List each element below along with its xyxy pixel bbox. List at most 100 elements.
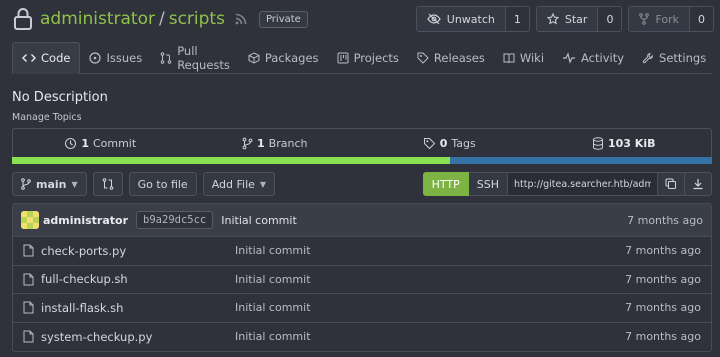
tab-code[interactable]: Code: [12, 42, 81, 74]
repo-title: administrator / scripts: [12, 7, 247, 31]
forks-count[interactable]: 0: [689, 7, 713, 31]
tab-code-label: Code: [41, 51, 71, 65]
file-name-link[interactable]: full-checkup.sh: [23, 272, 235, 286]
language-bar: [12, 157, 712, 164]
pulse-icon: [562, 51, 576, 64]
fork-button-group: Fork 0: [628, 6, 714, 32]
database-icon: [592, 136, 604, 150]
repo-toolbar: main ▼ Go to file Add File ▼ HTTP SSH: [12, 172, 712, 196]
tab-settings[interactable]: Settings: [633, 42, 715, 73]
header-actions: Unwatch 1 Star 0 Fork 0: [415, 6, 714, 32]
download-button[interactable]: [685, 172, 712, 196]
commits-stat[interactable]: 1 Commit: [13, 129, 188, 157]
table-row: install-flask.sh Initial commit 7 months…: [13, 294, 711, 323]
tag-icon: [423, 137, 436, 150]
star-button-group: Star 0: [535, 6, 623, 32]
file-commit-message-link[interactable]: Initial commit: [235, 273, 311, 286]
commit-message-link[interactable]: Initial commit: [221, 214, 297, 227]
tab-packages[interactable]: Packages: [239, 42, 328, 73]
commit-author-link[interactable]: administrator: [43, 214, 128, 227]
tab-issues[interactable]: Issues: [80, 42, 151, 73]
tab-wiki[interactable]: Wiki: [494, 42, 553, 73]
file-icon: [23, 330, 34, 343]
branch-icon: [21, 178, 31, 190]
repo-owner-link[interactable]: administrator: [40, 9, 155, 29]
manage-topics-link[interactable]: Manage Topics: [12, 112, 82, 123]
commit-sha-link[interactable]: b9a29dc5cc: [136, 211, 214, 229]
fork-icon: [639, 13, 650, 25]
tab-pull-requests-label: Pull Requests: [177, 43, 230, 72]
latest-commit-row: administrator b9a29dc5cc Initial commit …: [13, 204, 711, 237]
branches-stat[interactable]: 1 Branch: [188, 129, 363, 157]
tab-pull-requests[interactable]: Pull Requests: [151, 42, 239, 73]
commits-label: Commit: [92, 136, 137, 150]
file-icon: [23, 273, 34, 286]
language-bar-segment: [449, 157, 712, 164]
unwatch-label: Unwatch: [446, 12, 495, 26]
watchers-count[interactable]: 1: [504, 7, 529, 31]
clone-url-field[interactable]: [508, 172, 658, 196]
branch-name: main: [36, 177, 67, 191]
issue-icon: [89, 51, 102, 64]
commit-time: 7 months ago: [627, 213, 703, 227]
rss-feed-icon[interactable]: [235, 13, 247, 25]
file-name: check-ports.py: [41, 243, 127, 258]
branches-label: Branch: [268, 136, 308, 150]
download-icon: [692, 178, 704, 190]
add-file-dropdown[interactable]: Add File ▼: [202, 172, 276, 196]
compare-button[interactable]: [92, 172, 123, 196]
tab-releases[interactable]: Releases: [408, 42, 494, 73]
tags-stat[interactable]: 0 Tags: [362, 129, 537, 157]
file-commit-message-link[interactable]: Initial commit: [235, 330, 311, 343]
file-commit-message-link[interactable]: Initial commit: [235, 301, 311, 314]
table-row: full-checkup.sh Initial commit 7 months …: [13, 266, 711, 294]
repo-size: 103 KiB: [608, 136, 656, 150]
table-row: check-ports.py Initial commit 7 months a…: [13, 237, 711, 266]
avatar[interactable]: [21, 211, 39, 229]
history-icon: [64, 137, 77, 150]
file-commit-message-link[interactable]: Initial commit: [235, 244, 311, 257]
fork-button[interactable]: Fork: [629, 7, 689, 31]
code-icon: [22, 52, 36, 64]
file-name: install-flask.sh: [41, 300, 124, 315]
file-name-link[interactable]: install-flask.sh: [23, 301, 235, 315]
file-table: administrator b9a29dc5cc Initial commit …: [12, 203, 712, 352]
file-name-link[interactable]: system-checkup.py: [23, 330, 235, 344]
tags-count: 0: [439, 136, 448, 150]
http-clone-button[interactable]: HTTP: [422, 172, 469, 196]
commits-count: 1: [81, 136, 89, 150]
go-to-file-button[interactable]: Go to file: [128, 172, 197, 196]
fork-label: Fork: [655, 12, 679, 26]
pull-request-icon: [160, 51, 172, 64]
tag-icon: [417, 52, 429, 64]
tab-projects-label: Projects: [353, 50, 399, 65]
file-name-link[interactable]: check-ports.py: [23, 244, 235, 258]
project-icon: [337, 52, 349, 64]
eye-slash-icon: [427, 13, 441, 25]
file-icon: [23, 301, 34, 314]
add-file-label: Add File: [211, 177, 255, 191]
repo-description: No Description: [12, 90, 108, 105]
package-icon: [248, 51, 260, 64]
stars-count[interactable]: 0: [597, 7, 622, 31]
branch-dropdown[interactable]: main ▼: [12, 172, 87, 196]
copy-url-button[interactable]: [658, 172, 685, 196]
file-commit-time: 7 months ago: [625, 301, 701, 315]
file-commit-time: 7 months ago: [625, 272, 701, 286]
ssh-clone-button[interactable]: SSH: [468, 172, 508, 196]
size-stat: 103 KiB: [537, 129, 712, 157]
tab-projects[interactable]: Projects: [328, 42, 408, 73]
repo-name-link[interactable]: scripts: [169, 9, 225, 29]
unwatch-button[interactable]: Unwatch: [416, 7, 505, 31]
tags-label: Tags: [451, 136, 476, 150]
star-button[interactable]: Star: [536, 7, 598, 31]
star-icon: [546, 13, 559, 25]
file-name: system-checkup.py: [41, 329, 153, 344]
repo-path-separator: /: [158, 9, 165, 29]
file-commit-time: 7 months ago: [625, 244, 701, 258]
chevron-down-icon: ▼: [259, 179, 267, 189]
branches-count: 1: [257, 136, 265, 150]
repo-stats: 1 Commit 1 Branch 0 Tags 103 KiB: [12, 128, 712, 157]
chevron-down-icon: ▼: [71, 179, 78, 189]
tab-activity[interactable]: Activity: [553, 42, 633, 73]
